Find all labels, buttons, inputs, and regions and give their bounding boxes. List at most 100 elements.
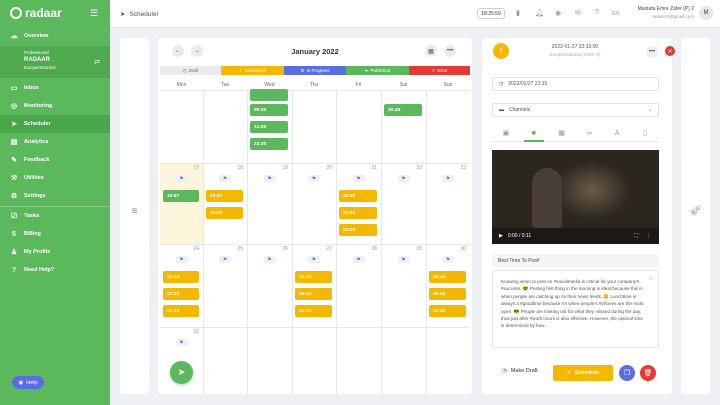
video-preview[interactable]: ▶ 0:00 / 0:11 ⛶ ⋮ bbox=[492, 150, 659, 244]
calendar-event[interactable]: 09:30 bbox=[250, 104, 288, 116]
flag-icon[interactable]: ⚑ bbox=[175, 339, 188, 346]
sidebar-item-need-help[interactable]: ? Need Help? bbox=[0, 261, 110, 279]
flag-icon[interactable]: ⚑ bbox=[175, 256, 188, 263]
legend-error[interactable]: ✕ Error bbox=[409, 66, 470, 75]
tab-mobile-icon[interactable]: ▯ bbox=[635, 126, 655, 142]
calendar-event[interactable]: 20:00 bbox=[206, 190, 243, 202]
calendar-event[interactable]: 10:57 bbox=[163, 190, 199, 202]
flag-icon[interactable]: ⚑ bbox=[175, 175, 188, 182]
legend-in-progress[interactable]: ⚙ In Progress bbox=[284, 66, 346, 75]
sidebar-item-feedback[interactable]: ✎ Feedback bbox=[0, 151, 110, 169]
app-logo[interactable]: radaar bbox=[10, 6, 62, 20]
close-icon[interactable]: ✕ bbox=[665, 46, 675, 56]
day-number: 20 bbox=[326, 165, 332, 171]
create-post-button[interactable]: ➤ bbox=[170, 361, 193, 384]
calendar-event[interactable]: 23:00 bbox=[339, 207, 377, 219]
avatar[interactable]: M bbox=[699, 6, 713, 20]
duplicate-button[interactable]: ❐ bbox=[619, 365, 635, 381]
legend-status-icon: ⚙ bbox=[300, 67, 305, 73]
mail-icon[interactable]: ✉ bbox=[575, 9, 581, 17]
switch-org-icon[interactable]: ⇄ bbox=[94, 58, 100, 66]
rocket-icon[interactable]: 🚀︎ bbox=[681, 206, 710, 217]
caption-title-input[interactable]: Best Time To Post! bbox=[492, 254, 659, 267]
calendar-event[interactable]: 22:30 bbox=[250, 138, 288, 150]
flag-icon[interactable]: ⚑ bbox=[397, 175, 410, 182]
calendar-event[interactable]: 22:15 bbox=[295, 288, 332, 300]
chart-icon[interactable]: ▮ bbox=[516, 9, 520, 17]
notifications-bell-icon[interactable]: 🔔︎ bbox=[535, 9, 544, 17]
emoji-icon[interactable]: ☺ bbox=[648, 276, 654, 283]
calendar-event[interactable]: 20:45 bbox=[384, 104, 422, 116]
play-icon[interactable]: ▶ bbox=[499, 233, 503, 239]
sidebar-item-inbox[interactable]: ▭ Inbox bbox=[0, 79, 110, 97]
flag-icon[interactable]: ⚑ bbox=[308, 175, 320, 182]
day-number: 18 bbox=[237, 165, 243, 171]
calendar-more-icon[interactable]: ••• bbox=[444, 45, 456, 57]
calendar-event[interactable]: 13:00 bbox=[250, 121, 288, 133]
sidebar-item-analytics[interactable]: ▤ Analytics bbox=[0, 133, 110, 151]
datetime-field[interactable]: ◷ 2022/01/27 22:15 bbox=[492, 77, 659, 91]
calendar-event[interactable]: 21:15 bbox=[163, 271, 199, 283]
sidebar-item-billing[interactable]: $ Billing bbox=[0, 225, 110, 243]
tab-link-icon[interactable]: ∞ bbox=[579, 126, 599, 142]
flag-icon[interactable]: ⚑ bbox=[219, 175, 231, 182]
sidebar-item-monitoring[interactable]: ◎ Monitoring bbox=[0, 97, 110, 115]
sidebar-item-utilities[interactable]: ⚒ Utilities bbox=[0, 169, 110, 187]
calendar-event[interactable]: 21:00 bbox=[339, 224, 377, 236]
help-button[interactable]: ◉ Help bbox=[12, 376, 44, 389]
filter-sliders-icon[interactable]: ≡ bbox=[120, 206, 149, 217]
day-number: 22 bbox=[416, 165, 422, 171]
post-detail-panel: ! 2022-01-27 22:15:00 Europe/Istanbul (G… bbox=[482, 38, 675, 394]
calendar-event[interactable]: 22:15 bbox=[295, 271, 332, 283]
delete-button[interactable]: 🗑︎ bbox=[640, 365, 656, 381]
legend-published[interactable]: ➤ Published bbox=[346, 66, 409, 75]
flag-icon[interactable]: ⚑ bbox=[397, 256, 410, 263]
calendar-event[interactable]: 23:00 bbox=[206, 207, 243, 219]
menu-toggle-icon[interactable]: ☰ bbox=[90, 8, 98, 19]
calendar-event[interactable]: 20:45 bbox=[429, 288, 466, 300]
calendar-event[interactable]: 21:15 bbox=[163, 305, 199, 317]
caption-textarea[interactable]: Knowing when to post on #socialmedia is … bbox=[492, 270, 659, 348]
tab-video-icon[interactable]: ■ bbox=[523, 126, 544, 142]
calendar-event[interactable]: 20:45 bbox=[429, 271, 466, 283]
sidebar-item-settings[interactable]: ⚙ Settings bbox=[0, 187, 110, 205]
legend-scheduled[interactable]: ✓ Scheduled bbox=[221, 66, 284, 75]
calendar-event[interactable]: 20:45 bbox=[429, 305, 466, 317]
schedule-button[interactable]: ✓ Schedule bbox=[553, 365, 613, 381]
calendar-picker-icon[interactable]: ▦ bbox=[425, 45, 437, 57]
sidebar-item-overview[interactable]: ☁ Overview bbox=[0, 27, 110, 45]
flag-icon[interactable]: ⚑ bbox=[352, 256, 365, 263]
flag-icon[interactable]: ⚑ bbox=[219, 256, 231, 263]
calendar-event[interactable]: 20:00 bbox=[339, 190, 377, 202]
tab-image-icon[interactable]: ▣ bbox=[496, 126, 516, 142]
calendar-event[interactable]: 21:15 bbox=[163, 288, 199, 300]
organization-switcher[interactable]: Professional RADAAR Europe/Istanbul ⇄ bbox=[0, 46, 110, 78]
calendar-event[interactable] bbox=[250, 89, 288, 101]
flag-icon[interactable]: ⚑ bbox=[263, 256, 276, 263]
flag-icon[interactable]: ⚑ bbox=[263, 175, 276, 182]
eye-icon[interactable]: ◉ bbox=[555, 9, 561, 17]
sidebar-item-tasks[interactable]: ☑ Tasks bbox=[0, 207, 110, 225]
calendar-event[interactable]: 22:15 bbox=[295, 305, 332, 317]
sidebar-item-my-profile[interactable]: ♟ My Profile bbox=[0, 243, 110, 261]
sidebar-item-scheduler[interactable]: ➤ Scheduler bbox=[0, 115, 110, 133]
language-selector[interactable]: EN bbox=[612, 11, 619, 17]
day-number: 30 bbox=[460, 246, 466, 252]
flag-icon[interactable]: ⚑ bbox=[308, 256, 320, 263]
tab-gallery-icon[interactable]: ▦ bbox=[552, 126, 572, 142]
help-circle-icon[interactable]: ? bbox=[595, 9, 599, 16]
flag-icon[interactable]: ⚑ bbox=[352, 175, 365, 182]
flag-icon[interactable]: ⚑ bbox=[442, 175, 454, 182]
flag-icon[interactable]: ⚑ bbox=[442, 256, 454, 263]
make-draft-button[interactable]: ◷ Make Draft bbox=[502, 368, 538, 374]
channels-select[interactable]: ▬ Channels ⌄ bbox=[492, 103, 659, 117]
legend-draft[interactable]: ◷ Draft bbox=[160, 66, 221, 75]
fullscreen-icon[interactable]: ⛶ bbox=[634, 233, 638, 239]
user-info[interactable]: Mustafa Emre Zafer (P) 2 radaar.tr@gmail… bbox=[628, 6, 694, 20]
day-number: 27 bbox=[326, 246, 332, 252]
topbar: ➤ Scheduler 18:25:59 ▮ 🔔︎ ◉ ✉ ? EN Musta… bbox=[110, 0, 720, 28]
tab-text-icon[interactable]: A bbox=[607, 126, 627, 142]
video-more-icon[interactable]: ⋮ bbox=[646, 233, 651, 239]
media-type-tabs: ▣ ■ ▦ ∞ A ▯ bbox=[492, 126, 659, 142]
post-more-button[interactable]: ••• bbox=[646, 46, 658, 58]
